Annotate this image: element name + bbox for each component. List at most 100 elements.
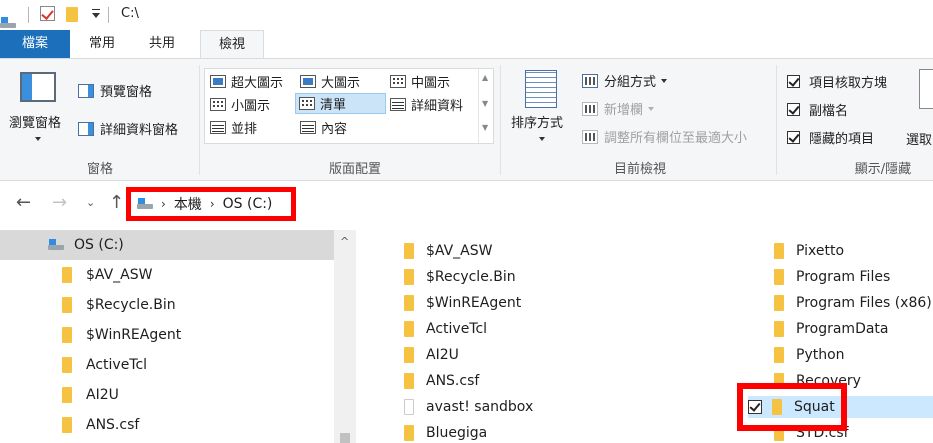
preview-pane-button[interactable]: 預覽窗格 [78,81,152,100]
chevron-right-icon[interactable]: › [161,197,166,211]
content-icon [300,121,316,134]
folder-icon [774,295,784,311]
navigation-pane: OS (C:) $AV_ASW $Recycle.Bin $WinREAgent… [0,230,356,443]
layout-extra-large-icons[interactable]: 超大圖示 [207,71,286,92]
group-by-button[interactable]: 分組方式 [582,71,668,90]
navigation-pane-button[interactable]: 瀏覽窗格 [9,112,61,146]
layout-details[interactable]: 詳細資料 [387,94,466,115]
navigation-bar: ← → ⌄ ↑ › 本機 › OS (C:) [0,182,933,230]
list-item[interactable]: Python [774,344,845,366]
divider [108,7,109,23]
divider [28,7,29,23]
folder-icon [404,295,414,311]
list-item[interactable]: Program Files (x86) [774,292,932,314]
layout-tiles[interactable]: 並排 [207,117,260,138]
folder-icon [404,347,414,363]
list-item[interactable]: ANS.csf [404,370,479,392]
list-item[interactable]: $AV_ASW [404,240,492,262]
window-title: C:\ [121,6,139,21]
group-label-panes: 窗格 [86,162,113,177]
nav-item[interactable]: $AV_ASW [0,260,334,290]
list-item[interactable]: ActiveTcl [404,318,487,340]
layout-content[interactable]: 內容 [297,117,350,138]
tab-file[interactable]: 檔案 [0,30,70,58]
up-arrow-icon[interactable]: ↑ [109,192,124,213]
medium-icons-icon [390,75,406,88]
chevron-right-icon[interactable]: › [210,197,215,211]
add-columns-button[interactable]: 新增欄 [582,99,655,118]
file-extensions-toggle[interactable]: 副檔名 [787,100,848,119]
recent-locations-chevron-icon[interactable]: ⌄ [86,196,95,209]
folder-icon [774,269,784,285]
checkbox-checked-icon [787,75,800,88]
highlight-box [737,383,847,431]
folder-icon [62,417,72,433]
nav-item[interactable]: ANS.csf [0,410,334,440]
list-item[interactable]: avast! sandbox [404,396,533,418]
layout-medium-icons[interactable]: 中圖示 [387,71,453,92]
layout-list[interactable]: 清單 [295,93,386,114]
list-item[interactable]: $WinREAgent [404,292,521,314]
chevron-down-icon [648,106,655,111]
preview-pane-icon [78,83,94,98]
tab-share[interactable]: 共用 [136,30,188,58]
hide-selected-items-button[interactable]: 選取 [906,129,932,148]
more-icon[interactable]: ▼ [482,123,488,132]
add-columns-icon [582,101,598,116]
divider [500,65,501,175]
layout-small-icons[interactable]: 小圖示 [207,94,273,115]
folder-icon [62,357,72,373]
tab-view[interactable]: 檢視 [200,30,264,59]
checkbox-checked-icon [787,103,800,116]
chevron-down-icon [539,136,545,141]
breadcrumb-this-pc[interactable]: 本機 [174,194,202,214]
forward-arrow-icon[interactable]: → [52,192,67,213]
ribbon-tabs: 檔案 常用 共用 檢視 [0,30,933,59]
layout-gallery-scroll[interactable]: ▲ ▼ ▼ [478,69,493,143]
divider [776,65,777,175]
layout-gallery: 超大圖示 大圖示 中圖示 小圖示 清單 詳細資料 並排 內容 [204,68,494,144]
size-all-columns-button[interactable]: 調整所有欄位至最適大小 [582,127,747,146]
hidden-items-toggle[interactable]: 隱藏的項目 [787,128,874,147]
properties-check-icon[interactable] [40,6,55,21]
list-item[interactable]: Program Files [774,266,890,288]
navigation-pane-scrollbar[interactable]: ^ [334,230,356,443]
large-icons-icon [300,75,316,88]
nav-item[interactable]: $Recycle.Bin [0,290,334,320]
navigation-pane-icon[interactable] [20,72,56,102]
hide-selected-items-icon[interactable] [919,69,933,109]
small-icons-icon [210,98,226,111]
nav-item[interactable]: AI2U [0,380,334,410]
layout-large-icons[interactable]: 大圖示 [297,71,363,92]
address-bar[interactable]: › 本機 › OS (C:) [126,187,296,221]
list-item[interactable]: Pixetto [774,240,844,262]
folder-icon [62,267,72,283]
tab-home[interactable]: 常用 [76,30,128,58]
scrollbar-thumb[interactable] [340,433,350,443]
ribbon-view: 瀏覽窗格 預覽窗格 詳細資料窗格 窗格 超大圖示 大圖示 中圖示 小圖示 清單 … [0,58,933,181]
back-arrow-icon[interactable]: ← [16,192,31,213]
size-columns-icon [582,129,598,144]
chevron-up-icon[interactable]: ▲ [482,73,488,82]
breadcrumb-drive[interactable]: OS (C:) [223,196,273,212]
details-pane-icon [78,121,94,136]
sort-by-icon[interactable] [525,70,557,108]
title-bar: C:\ [0,0,933,30]
customize-quick-access-icon[interactable] [92,9,100,18]
item-checkboxes-toggle[interactable]: 項目核取方塊 [787,72,887,91]
nav-item[interactable]: ActiveTcl [0,350,334,380]
list-item[interactable]: ProgramData [774,318,889,340]
sort-by-button[interactable]: 排序方式 [511,112,563,146]
file-list: $AV_ASW $Recycle.Bin $WinREAgent ActiveT… [356,230,933,443]
list-item[interactable]: AI2U [404,344,459,366]
nav-item-drive[interactable]: OS (C:) [0,230,334,260]
chevron-down-icon [35,136,41,141]
details-pane-button[interactable]: 詳細資料窗格 [78,119,178,138]
nav-item[interactable]: $WinREAgent [0,320,334,350]
list-item[interactable]: $Recycle.Bin [404,266,516,288]
new-folder-icon[interactable] [66,7,78,22]
chevron-down-icon[interactable]: ▼ [482,99,488,108]
list-item[interactable]: Bluegiga [404,422,487,443]
extra-large-icons-icon [210,75,226,88]
chevron-up-icon[interactable]: ^ [340,235,349,248]
